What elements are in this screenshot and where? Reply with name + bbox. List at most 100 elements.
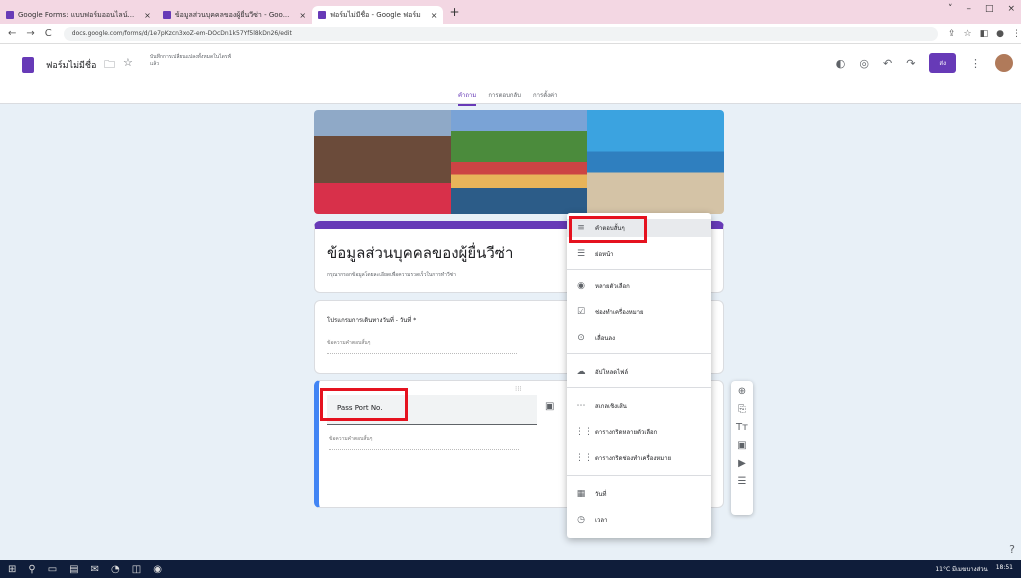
menu-item-label: เลื่อนลง xyxy=(595,335,616,342)
menu-item-dropdown[interactable]: ⊙ เลื่อนลง xyxy=(567,329,711,347)
tab-label: ฟอร์มไม่มีชื่อ - Google ฟอร์ม xyxy=(330,10,421,19)
menu-item-checkboxes[interactable]: ☑ ช่องทำเครื่องหมาย xyxy=(567,303,711,321)
menu-item-file-upload[interactable]: ☁ อัปโหลดไฟล์ xyxy=(567,363,711,381)
new-tab-button[interactable]: + xyxy=(449,5,459,19)
add-question-icon[interactable]: ⊕ xyxy=(738,386,746,397)
close-tab-icon[interactable]: × xyxy=(299,11,306,20)
browser-tab-3[interactable]: ฟอร์มไม่มีชื่อ - Google ฟอร์ม × xyxy=(312,6,444,24)
add-video-icon[interactable]: ▶ xyxy=(738,458,746,469)
minimize-button[interactable]: – xyxy=(966,4,971,14)
weather-status[interactable]: 11°C มีเมฆบางส่วน xyxy=(935,564,987,574)
menu-item-label: หลายตัวเลือก xyxy=(595,283,630,290)
menu-item-date[interactable]: ▦ วันที่ xyxy=(567,485,711,503)
clock[interactable]: 18:51 xyxy=(996,564,1013,574)
question-label: โปรแกรมการเดินทางวันที่ - วันที่ * xyxy=(327,317,417,324)
chrome-icon[interactable]: ◉ xyxy=(153,564,162,575)
reload-icon[interactable]: C xyxy=(45,28,52,39)
palette-icon[interactable]: ◐ xyxy=(836,57,846,70)
menu-item-label: วันที่ xyxy=(595,491,607,498)
menu-item-label: ตารางกริดหลายตัวเลือก xyxy=(595,429,658,436)
add-image-icon[interactable]: ▣ xyxy=(545,401,554,412)
menu-item-label: ย่อหน้า xyxy=(595,251,614,258)
form-title[interactable]: ข้อมูลส่วนบุคคลของผู้ยื่นวีซ่า xyxy=(327,241,513,265)
grid-icon: ⋮⋮ xyxy=(575,427,593,437)
forms-favicon-icon xyxy=(318,11,327,19)
browser-tab-bar: Google Forms: แบบฟอร์มออนไลน์... × ข้อมู… xyxy=(0,0,1021,24)
maximize-button[interactable]: □ xyxy=(985,4,994,14)
send-button[interactable]: ส่ง xyxy=(929,53,956,73)
tab-settings[interactable]: การตั้งค่า xyxy=(533,90,557,106)
header-banner-image xyxy=(314,110,724,214)
forms-favicon-icon xyxy=(6,11,14,19)
radio-icon: ◉ xyxy=(577,281,585,291)
short-answer-placeholder: ข้อความคำตอบสั้นๆ xyxy=(327,339,517,354)
menu-item-multiple-choice[interactable]: ◉ หลายตัวเลือก xyxy=(567,277,711,295)
close-window-button[interactable]: × xyxy=(1007,4,1015,14)
drag-handle-icon[interactable]: ⁞⁞⁞ xyxy=(515,385,522,393)
grid-icon: ⋮⋮ xyxy=(575,453,593,463)
tab-questions[interactable]: คำถาม xyxy=(458,90,477,106)
store-icon[interactable]: ◫ xyxy=(132,564,141,575)
menu-divider xyxy=(567,475,711,476)
url-input[interactable]: docs.google.com/forms/d/1e7pKzcn3xoZ-em-… xyxy=(63,26,938,41)
short-answer-placeholder: ข้อความคำตอบสั้นๆ xyxy=(329,435,519,450)
window-controls: ˅ – □ × xyxy=(948,4,1015,14)
more-options-icon[interactable]: ⋮ xyxy=(970,57,981,70)
paragraph-icon: ☰ xyxy=(576,249,586,259)
forms-favicon-icon xyxy=(162,11,171,19)
menu-item-checkbox-grid[interactable]: ⋮⋮ ตารางกริดช่องทำเครื่องหมาย xyxy=(567,449,711,467)
redo-icon[interactable]: ↷ xyxy=(906,57,915,70)
folder-icon[interactable]: 🗀 xyxy=(104,56,115,75)
preview-eye-icon[interactable]: ◎ xyxy=(859,57,869,70)
linear-scale-icon: ⋯ xyxy=(576,401,586,411)
undo-icon[interactable]: ↶ xyxy=(883,57,892,70)
dropdown-icon: ⊙ xyxy=(577,333,585,343)
menu-item-mc-grid[interactable]: ⋮⋮ ตารางกริดหลายตัวเลือก xyxy=(567,423,711,441)
menu-item-time[interactable]: ◷ เวลา xyxy=(567,511,711,529)
tab-responses[interactable]: การตอบกลับ xyxy=(488,90,521,106)
highlight-box-short-answer xyxy=(569,216,647,243)
browser-tab-2[interactable]: ข้อมูลส่วนบุคคลของผู้ยื่นวีซ่า - Goo... … xyxy=(157,6,312,24)
banner-bergen-image xyxy=(450,110,588,214)
tab-label: Google Forms: แบบฟอร์มออนไลน์... xyxy=(18,10,135,19)
edge-icon[interactable]: ◔ xyxy=(111,564,120,575)
forms-logo-icon[interactable] xyxy=(22,57,34,73)
help-icon[interactable]: ? xyxy=(1009,543,1015,556)
forms-header: ฟอร์มไม่มีชื่อ 🗀 ☆ บันทึกการเปลี่ยนแปลงท… xyxy=(0,44,1021,106)
windows-start-icon[interactable]: ⊞ xyxy=(8,564,16,575)
add-title-icon[interactable]: Tт xyxy=(736,422,748,433)
menu-item-paragraph[interactable]: ☰ ย่อหน้า xyxy=(567,245,711,263)
close-tab-icon[interactable]: × xyxy=(431,11,438,20)
add-image-icon[interactable]: ▣ xyxy=(737,440,746,451)
floating-toolbar: ⊕ ⎘ Tт ▣ ▶ ☰ xyxy=(731,381,753,515)
calendar-icon: ▦ xyxy=(576,489,586,499)
menu-icon[interactable]: ⋮ xyxy=(1012,29,1021,39)
url-text: docs.google.com/forms/d/1e7pKzcn3xoZ-em-… xyxy=(71,30,292,37)
save-status: บันทึกการเปลี่ยนแปลงทั้งหมดในไดรฟ์แล้ว xyxy=(150,54,232,67)
share-icon[interactable]: ⇪ xyxy=(948,29,956,39)
extensions-icon[interactable]: ◧ xyxy=(980,29,989,39)
windows-taskbar: ⊞ ⚲ ▭ ▤ ✉ ◔ ◫ ◉ 11°C มีเมฆบางส่วน 18:51 xyxy=(0,560,1021,578)
form-description[interactable]: กรุณากรอกข้อมูลโดยละเอียดเพื่อความรวดเร็… xyxy=(327,271,456,279)
search-icon[interactable]: ⚲ xyxy=(28,564,35,575)
task-view-icon[interactable]: ▭ xyxy=(48,564,57,575)
file-explorer-icon[interactable]: ▤ xyxy=(69,564,78,575)
forward-icon[interactable]: → xyxy=(26,28,34,39)
mail-icon[interactable]: ✉ xyxy=(91,564,99,575)
close-tab-icon[interactable]: × xyxy=(144,11,151,20)
add-section-icon[interactable]: ☰ xyxy=(738,476,747,487)
star-icon[interactable]: ☆ xyxy=(964,29,972,39)
menu-item-linear-scale[interactable]: ⋯ สเกลเชิงเส้น xyxy=(567,397,711,415)
form-doc-title[interactable]: ฟอร์มไม่มีชื่อ xyxy=(46,58,96,72)
star-icon[interactable]: ☆ xyxy=(123,56,133,75)
banner-amsterdam-image xyxy=(314,110,451,214)
import-questions-icon[interactable]: ⎘ xyxy=(738,404,746,415)
profile-icon[interactable]: ● xyxy=(996,29,1004,39)
back-icon[interactable]: ← xyxy=(8,28,16,39)
avatar[interactable] xyxy=(995,54,1013,72)
tab-search-icon[interactable]: ˅ xyxy=(948,4,953,14)
menu-divider xyxy=(567,387,711,388)
tab-label: ข้อมูลส่วนบุคคลของผู้ยื่นวีซ่า - Goo... xyxy=(174,10,290,19)
browser-tab-1[interactable]: Google Forms: แบบฟอร์มออนไลน์... × xyxy=(0,6,157,24)
checkbox-icon: ☑ xyxy=(576,307,586,317)
